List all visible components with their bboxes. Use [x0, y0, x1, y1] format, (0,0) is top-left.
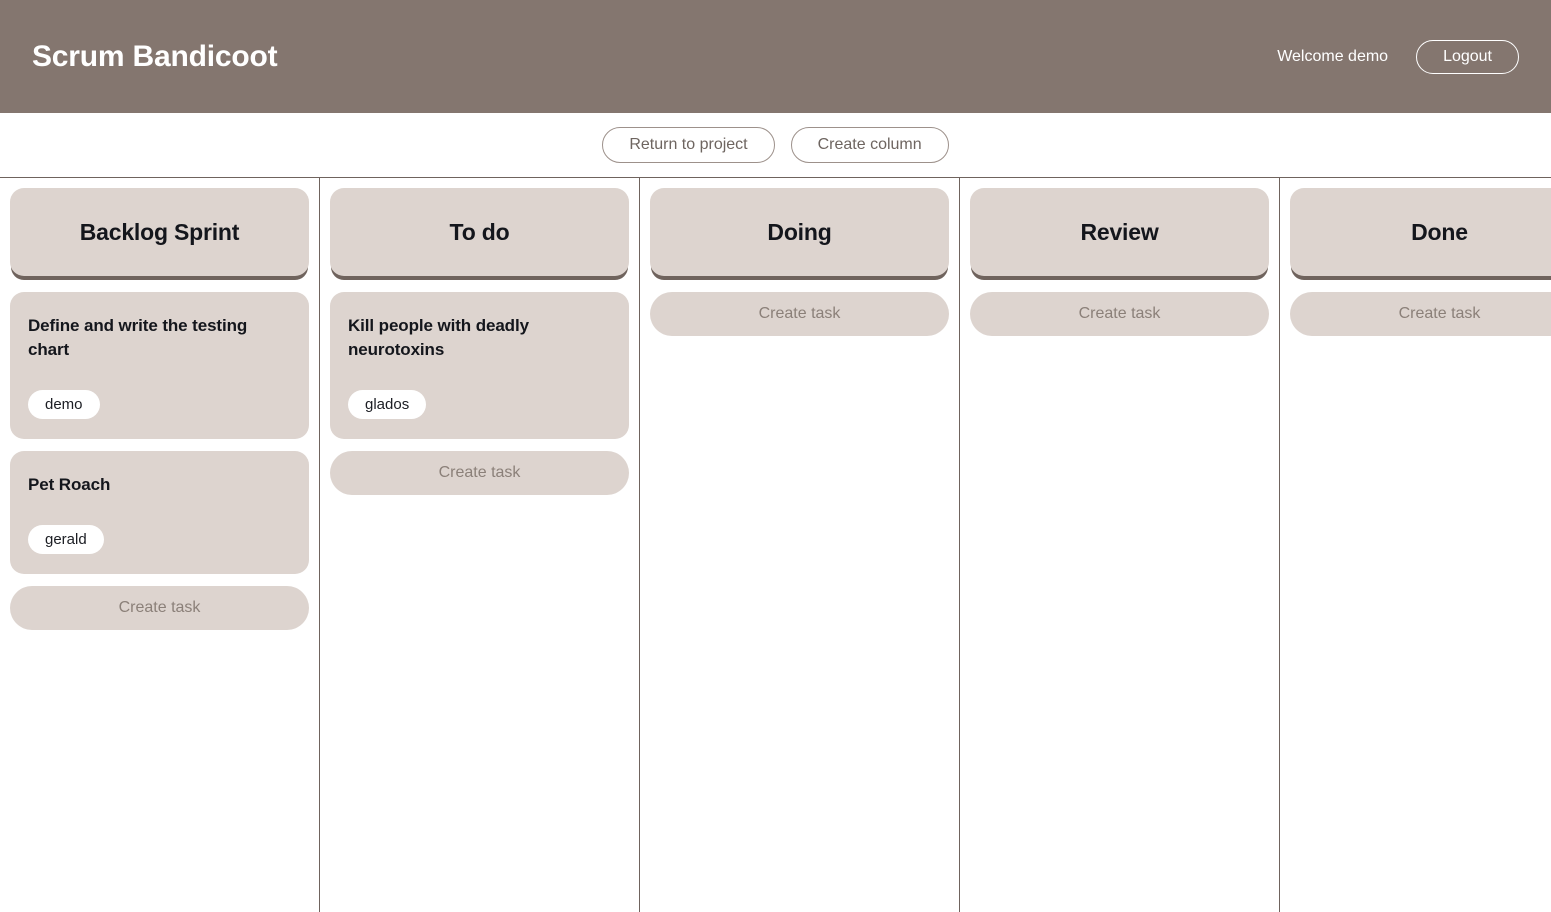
column-title: Done — [1411, 218, 1468, 245]
column-title: Backlog Sprint — [79, 218, 240, 245]
create-task-button[interactable]: Create task — [1290, 292, 1551, 336]
task-assignee-badge: demo — [28, 390, 100, 420]
app-title: Scrum Bandicoot — [32, 39, 278, 73]
create-task-button[interactable]: Create task — [10, 586, 309, 631]
create-task-button[interactable]: Create task — [330, 451, 629, 496]
task-assignee-badge: glados — [348, 390, 427, 420]
create-task-button[interactable]: Create task — [970, 292, 1269, 336]
column-title: Review — [1080, 218, 1159, 245]
column-header[interactable]: Review — [970, 188, 1269, 276]
board-column: Review Create task — [960, 178, 1280, 912]
column-title: To do — [449, 218, 510, 245]
header-right-group: Welcome demo Logout — [1277, 39, 1519, 74]
board-column: Doing Create task — [640, 178, 960, 912]
task-badge-group: gerald — [28, 525, 291, 555]
column-header[interactable]: To do — [330, 188, 629, 276]
task-assignee-badge: gerald — [28, 525, 104, 555]
logout-button[interactable]: Logout — [1416, 39, 1519, 74]
return-to-project-button[interactable]: Return to project — [602, 127, 775, 163]
kanban-board: Backlog Sprint Define and write the testi… — [0, 177, 1551, 912]
column-title: Doing — [767, 218, 832, 245]
column-header[interactable]: Doing — [650, 188, 949, 276]
board-column: Backlog Sprint Define and write the testi… — [0, 178, 320, 912]
task-badge-group: glados — [348, 390, 611, 420]
task-badge-group: demo — [28, 390, 291, 420]
task-card[interactable]: Define and write the testing chart demo — [10, 292, 309, 440]
column-header[interactable]: Backlog Sprint — [10, 188, 309, 276]
task-card[interactable]: Kill people with deadly neurotoxins glado… — [330, 292, 629, 440]
board-toolbar: Return to project Create column — [0, 113, 1551, 177]
task-card[interactable]: Pet Roach gerald — [10, 451, 309, 575]
board-column: Done Create task — [1280, 178, 1551, 912]
task-title: Pet Roach — [28, 475, 111, 495]
welcome-text: Welcome demo — [1277, 47, 1389, 65]
task-title: Kill people with deadly neurotoxins — [348, 316, 529, 360]
column-header[interactable]: Done — [1290, 188, 1551, 276]
app-header: Scrum Bandicoot Welcome demo Logout — [0, 0, 1551, 113]
board-column: To do Kill people with deadly neurotoxins… — [320, 178, 640, 912]
task-title: Define and write the testing chart — [28, 316, 248, 360]
create-task-button[interactable]: Create task — [650, 292, 949, 336]
create-column-button[interactable]: Create column — [790, 127, 949, 163]
